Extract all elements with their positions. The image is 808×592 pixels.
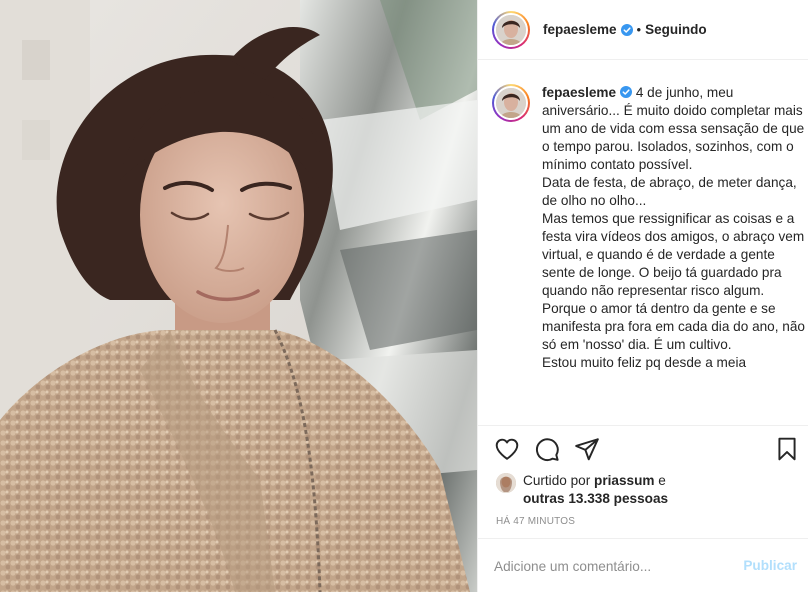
publish-button[interactable]: Publicar: [743, 558, 797, 573]
bookmark-icon[interactable]: [774, 436, 800, 462]
post-photo[interactable]: [0, 0, 477, 592]
post-timestamp[interactable]: HÁ 47 MINUTOS: [496, 516, 575, 527]
post-photo-image: [0, 0, 477, 592]
follow-status-button[interactable]: Seguindo: [645, 22, 707, 37]
action-bar: [478, 432, 808, 468]
caption-scroll-area[interactable]: fepaesleme 4 de junho, meu aniversário..…: [478, 60, 808, 426]
post-header: fepaesleme • Seguindo: [478, 0, 808, 60]
liked-by-others-link[interactable]: outras 13.338 pessoas: [523, 491, 668, 506]
caption-body: 4 de junho, meu aniversário... É muito d…: [542, 85, 805, 370]
avatar[interactable]: [492, 10, 530, 49]
likes-summary: Curtido por priassum e outras 13.338 pes…: [496, 472, 668, 508]
caption-avatar[interactable]: [492, 84, 530, 122]
liked-by-prefix: Curtido por: [523, 473, 591, 488]
liked-by-user-link[interactable]: priassum: [594, 473, 654, 488]
caption-avatar-image: [496, 88, 526, 118]
comment-icon[interactable]: [534, 436, 560, 462]
header-username[interactable]: fepaesleme: [543, 22, 617, 37]
post-side-panel: fepaesleme • Seguindo fepaesleme 4 de ju…: [477, 0, 808, 592]
header-separator: •: [636, 22, 642, 37]
caption-verified-badge-icon: [620, 86, 633, 98]
caption-row: fepaesleme 4 de junho, meu aniversário..…: [492, 84, 808, 372]
comment-bar: Publicar: [478, 538, 808, 592]
caption-username[interactable]: fepaesleme: [542, 85, 616, 100]
liker-avatar[interactable]: [496, 473, 516, 493]
verified-badge-icon: [620, 23, 633, 36]
comment-input[interactable]: [494, 555, 734, 577]
share-icon[interactable]: [574, 436, 600, 462]
avatar-image: [496, 14, 526, 45]
likes-text: Curtido por priassum e outras 13.338 pes…: [523, 472, 668, 508]
liked-by-connector: e: [658, 473, 666, 488]
caption-text: fepaesleme 4 de junho, meu aniversário..…: [542, 84, 808, 372]
heart-icon[interactable]: [494, 436, 520, 462]
